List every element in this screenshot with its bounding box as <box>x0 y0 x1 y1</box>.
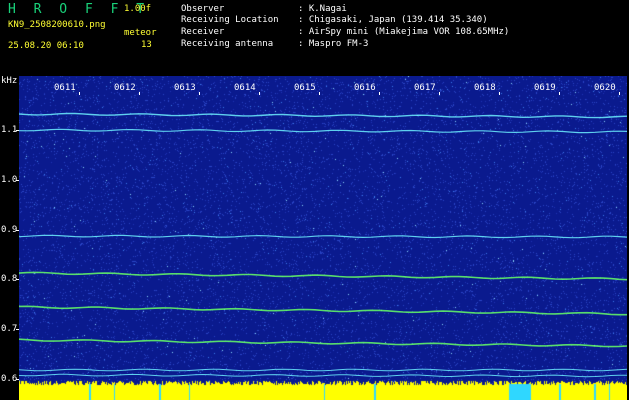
signal-trace <box>19 368 627 372</box>
signal-trace <box>19 373 627 378</box>
time-tick <box>139 92 140 95</box>
y-label-1-0: 1.0 <box>1 175 18 185</box>
y-tick <box>16 279 19 280</box>
y-tick <box>16 230 19 231</box>
y-tick <box>16 329 19 330</box>
signal-trace <box>19 338 627 348</box>
info-value-location: : Chigasaki, Japan (139.414 35.340) <box>298 15 488 25</box>
time-tick <box>439 92 440 95</box>
y-label-0-6: 0.6 <box>1 374 18 384</box>
y-tick <box>16 180 19 181</box>
axis-unit-label: kHz <box>1 76 18 86</box>
info-value-antenna: : Maspro FM-3 <box>298 39 369 49</box>
time-tick <box>319 92 320 95</box>
y-label-0-7: 0.7 <box>1 324 18 334</box>
signal-trace <box>19 128 627 134</box>
time-label-0612: 0612 <box>114 83 136 93</box>
info-label-observer: Observer <box>181 4 225 14</box>
y-label-1-1: 1.1 <box>1 125 18 135</box>
y-label-0-8: 0.8 <box>1 274 18 284</box>
signal-trace <box>19 271 627 281</box>
info-label-location: Receiving Location <box>181 15 279 25</box>
time-label-0619: 0619 <box>534 83 556 93</box>
count-label: 13 <box>141 40 152 50</box>
filename-label: KN9_2508200610.png <box>8 20 106 30</box>
waterfall-plot <box>19 76 627 400</box>
time-label-0611: 0611 <box>54 83 76 93</box>
signal-trace <box>19 305 627 316</box>
signal-traces <box>19 112 627 378</box>
info-value-observer: : K.Nagai <box>298 4 347 14</box>
signal-trace <box>19 234 627 239</box>
time-label-0616: 0616 <box>354 83 376 93</box>
time-tick <box>559 92 560 95</box>
y-tick <box>16 130 19 131</box>
spectrogram-screen: H R O F F T 1.00f KN9_2508200610.png met… <box>0 0 629 400</box>
time-tick <box>79 92 80 95</box>
timestamp-label: 25.08.20 06:10 <box>8 41 84 51</box>
time-tick <box>199 92 200 95</box>
time-label-0613: 0613 <box>174 83 196 93</box>
time-tick <box>259 92 260 95</box>
info-value-receiver: : AirSpy mini (Miakejima VOR 108.65MHz) <box>298 27 510 37</box>
time-tick <box>619 92 620 95</box>
time-label-0615: 0615 <box>294 83 316 93</box>
time-tick <box>379 92 380 95</box>
time-tick <box>499 92 500 95</box>
signal-trace <box>19 112 627 119</box>
time-label-0617: 0617 <box>414 83 436 93</box>
y-label-0-9: 0.9 <box>1 225 18 235</box>
mode-label: meteor <box>124 28 157 38</box>
y-tick <box>16 379 19 380</box>
info-label-receiver: Receiver <box>181 27 225 37</box>
version-label: 1.00f <box>124 4 152 14</box>
time-label-0618: 0618 <box>474 83 496 93</box>
time-label-0620: 0620 <box>594 83 616 93</box>
time-label-0614: 0614 <box>234 83 256 93</box>
info-label-antenna: Receiving antenna <box>181 39 274 49</box>
